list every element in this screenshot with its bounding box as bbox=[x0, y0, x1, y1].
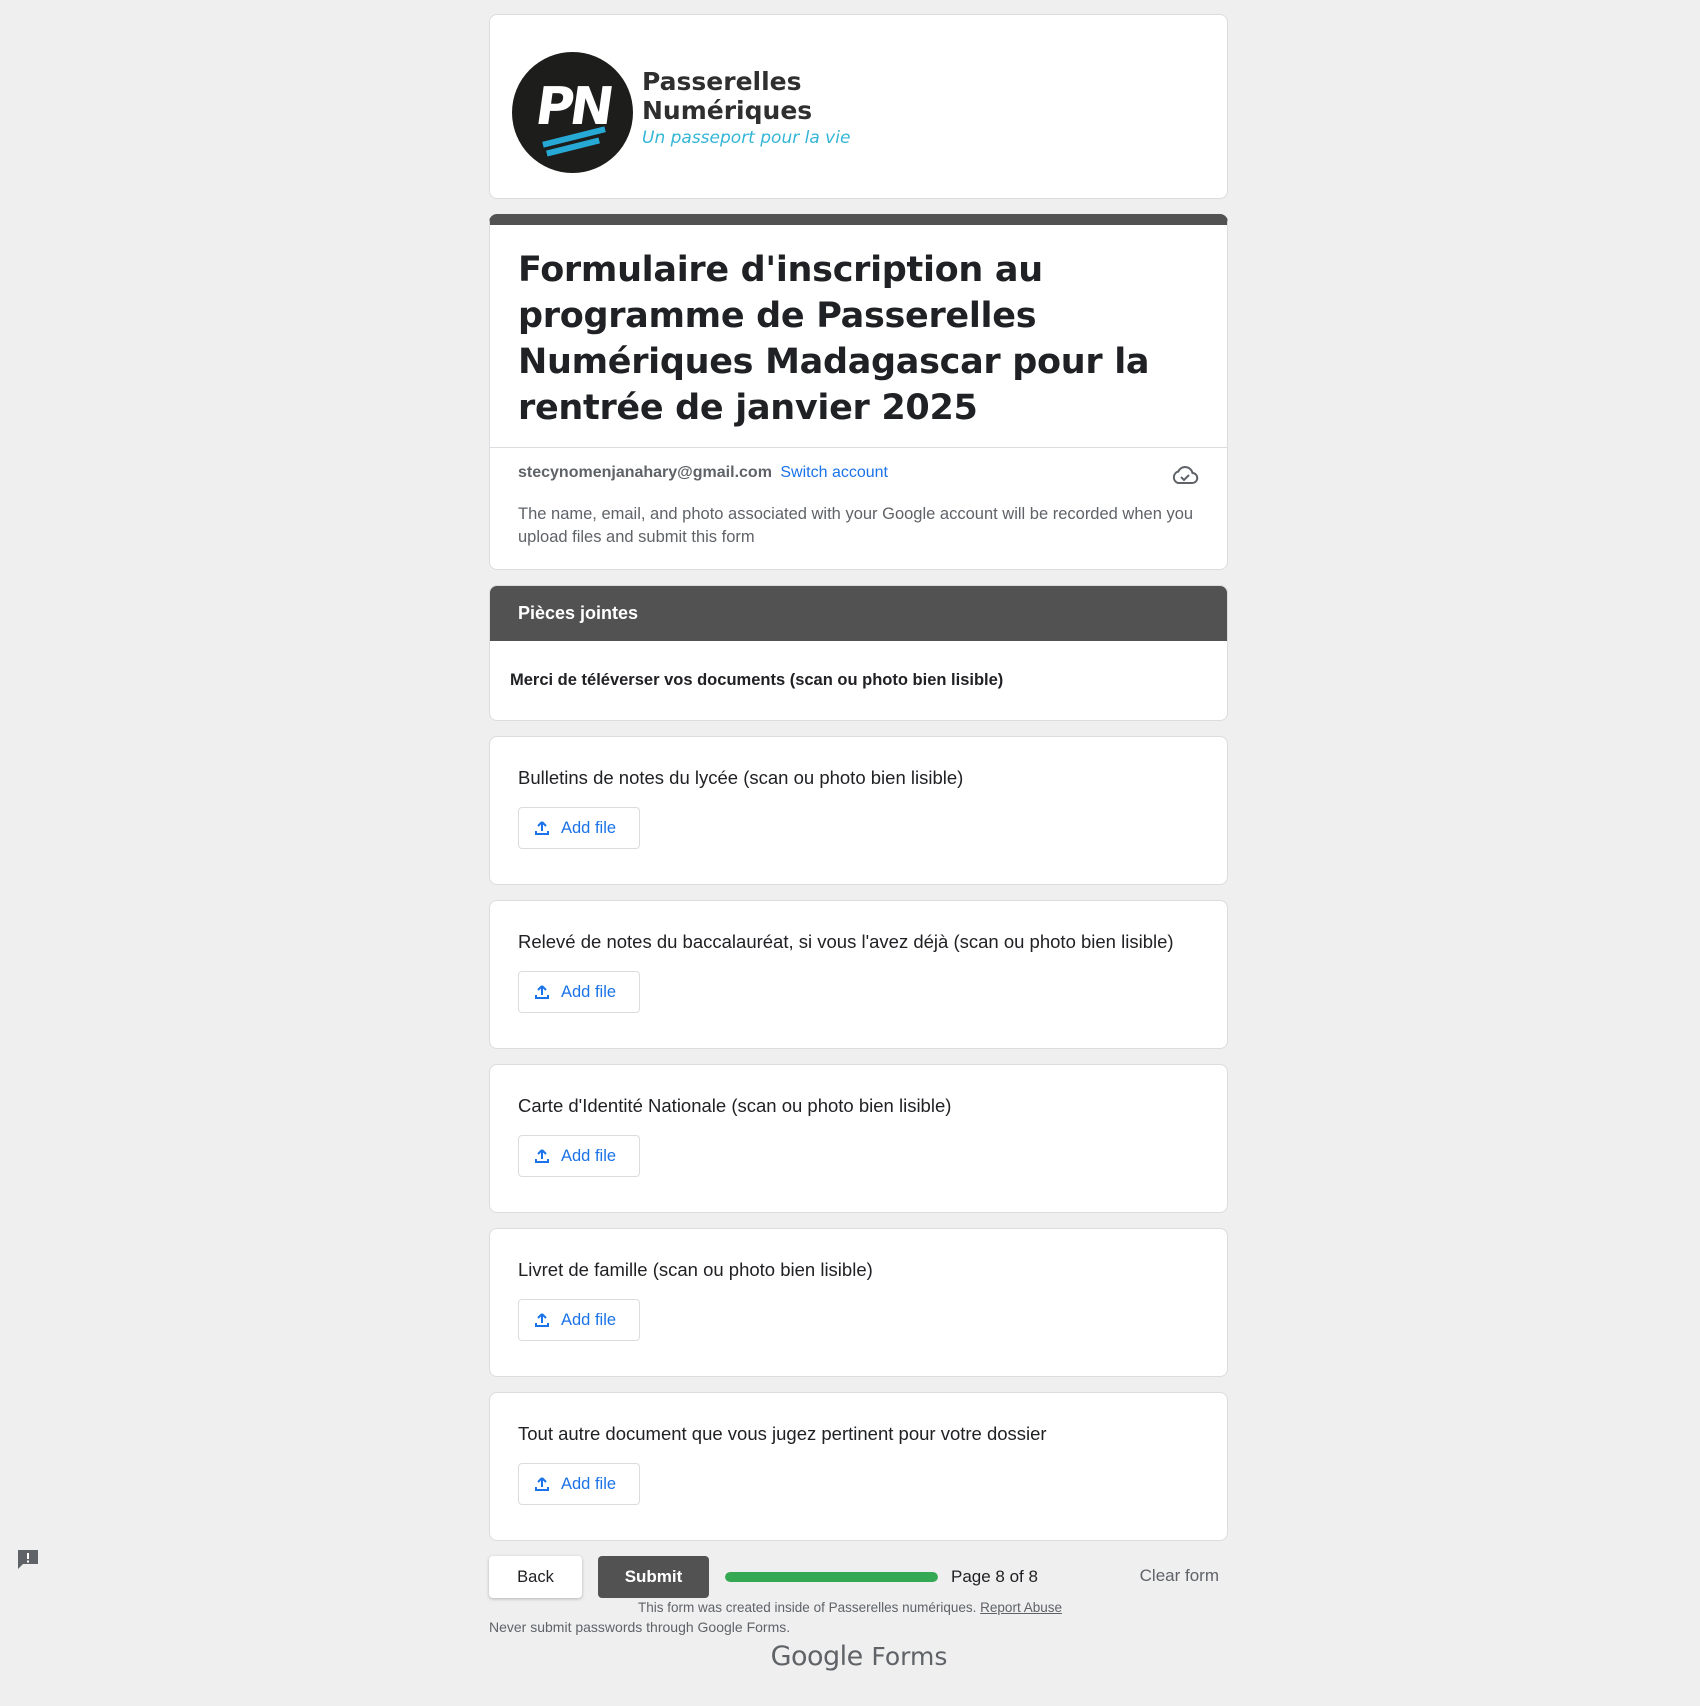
google-wordmark: Google bbox=[770, 1641, 864, 1672]
question-card: Bulletins de notes du lycée (scan ou pho… bbox=[489, 736, 1228, 885]
add-file-button[interactable]: Add file bbox=[518, 1463, 640, 1505]
submit-button[interactable]: Submit bbox=[598, 1556, 709, 1598]
upload-icon bbox=[535, 1149, 549, 1163]
privacy-notice: The name, email, and photo associated wi… bbox=[518, 505, 1194, 546]
form-title: Formulaire d'inscription au programme de… bbox=[518, 250, 1150, 428]
password-warning: Never submit passwords through Google Fo… bbox=[489, 1619, 791, 1635]
logo-wordmark: Passerelles Numériques Un passeport pour… bbox=[642, 67, 850, 148]
add-file-button[interactable]: Add file bbox=[518, 1135, 640, 1177]
question-card: Tout autre document que vous jugez perti… bbox=[489, 1392, 1228, 1541]
question-card: Carte d'Identité Nationale (scan ou phot… bbox=[489, 1064, 1228, 1213]
question-label: Livret de famille (scan ou photo bien li… bbox=[518, 1259, 873, 1280]
report-issue-icon[interactable] bbox=[16, 1548, 40, 1570]
progress-bar-fill bbox=[725, 1572, 938, 1582]
form-title-card: Formulaire d'inscription au programme de… bbox=[489, 214, 1228, 570]
question-card: Relevé de notes du baccalauréat, si vous… bbox=[489, 900, 1228, 1049]
upload-icon bbox=[535, 1477, 549, 1491]
section-card: Pièces jointes Merci de téléverser vos d… bbox=[489, 585, 1228, 721]
clear-form-button[interactable]: Clear form bbox=[1140, 1566, 1219, 1586]
back-button[interactable]: Back bbox=[489, 1556, 582, 1598]
report-abuse-link[interactable]: Report Abuse bbox=[980, 1600, 1062, 1615]
question-label: Bulletins de notes du lycée (scan ou pho… bbox=[518, 767, 964, 788]
upload-icon bbox=[535, 985, 549, 999]
question-label: Relevé de notes du baccalauréat, si vous… bbox=[518, 931, 1174, 952]
created-inside-text: This form was created inside of Passerel… bbox=[638, 1600, 977, 1615]
cloud-check-icon bbox=[1172, 466, 1199, 484]
add-file-button[interactable]: Add file bbox=[518, 971, 640, 1013]
question-label: Tout autre document que vous jugez perti… bbox=[518, 1423, 1047, 1444]
logo-tagline: Un passeport pour la vie bbox=[642, 128, 851, 148]
add-file-button[interactable]: Add file bbox=[518, 1299, 640, 1341]
form-header-banner: PN Passerelles Numériques Un passeport p… bbox=[489, 14, 1228, 199]
google-forms-logo[interactable]: Google Forms bbox=[0, 1641, 1700, 1672]
section-description: Merci de téléverser vos documents (scan … bbox=[510, 671, 1004, 689]
add-file-label: Add file bbox=[561, 982, 617, 1001]
account-email: stecynomenjanahary@gmail.com bbox=[518, 464, 772, 481]
page-indicator: Page 8 of 8 bbox=[951, 1567, 1038, 1586]
add-file-label: Add file bbox=[561, 818, 617, 837]
add-file-button[interactable]: Add file bbox=[518, 807, 640, 849]
upload-icon bbox=[535, 821, 549, 835]
section-title: Pièces jointes bbox=[490, 586, 1227, 641]
forms-wordmark: Forms bbox=[871, 1642, 948, 1671]
logo-name-line1: Passerelles bbox=[642, 67, 802, 96]
question-label: Carte d'Identité Nationale (scan ou phot… bbox=[518, 1095, 952, 1116]
switch-account-link[interactable]: Switch account bbox=[780, 464, 888, 481]
add-file-label: Add file bbox=[561, 1474, 617, 1493]
add-file-label: Add file bbox=[561, 1310, 617, 1329]
add-file-label: Add file bbox=[561, 1146, 617, 1165]
pn-logo-icon: PN bbox=[512, 52, 633, 173]
upload-icon bbox=[535, 1313, 549, 1327]
form-column: PN Passerelles Numériques Un passeport p… bbox=[489, 14, 1228, 1635]
account-row: stecynomenjanahary@gmail.com Switch acco… bbox=[490, 447, 1227, 489]
form-navigation: Back Submit Page 8 of 8 Clear form bbox=[489, 1556, 1228, 1598]
progress-bar bbox=[725, 1572, 938, 1582]
footer-note: This form was created inside of Passerel… bbox=[0, 1600, 1700, 1615]
logo-name-line2: Numériques bbox=[642, 96, 813, 125]
question-card: Livret de famille (scan ou photo bien li… bbox=[489, 1228, 1228, 1377]
